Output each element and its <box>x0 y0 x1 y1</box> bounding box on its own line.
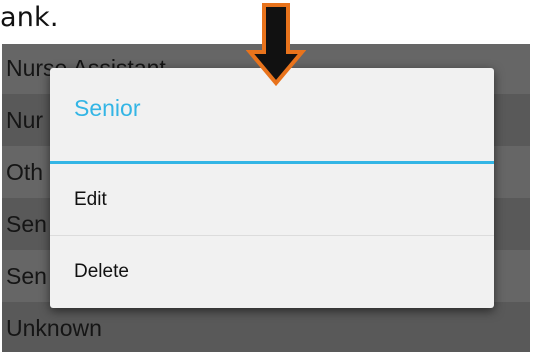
delete-menu-item[interactable]: Delete <box>50 236 494 308</box>
context-menu-dialog: Senior Edit Delete <box>50 68 494 308</box>
screenshot-page: ank. Nurse Assistant Nur Oth Sen Sen Unk… <box>0 0 534 354</box>
edit-menu-item[interactable]: Edit <box>50 164 494 236</box>
list-item[interactable]: Unknown <box>2 302 530 352</box>
down-arrow-icon <box>246 3 306 86</box>
dialog-title: Senior <box>74 95 141 121</box>
caption-text: ank. <box>0 2 59 33</box>
